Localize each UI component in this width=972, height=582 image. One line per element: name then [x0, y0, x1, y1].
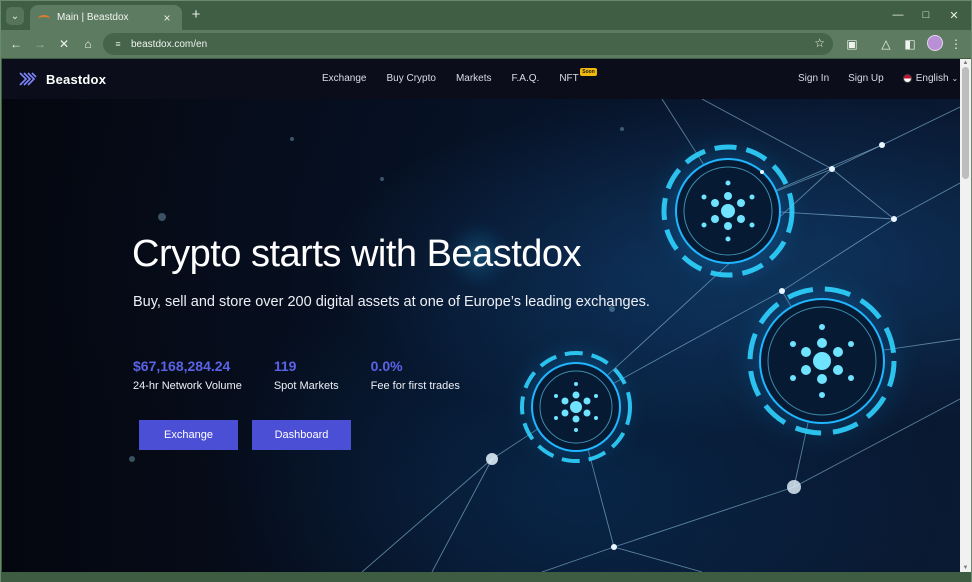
beastdox-logo-icon — [19, 72, 37, 86]
url-text: beastdox.com/en — [131, 38, 208, 50]
scroll-up-icon[interactable]: ▲ — [962, 60, 969, 66]
stat-fee: 0.0% Fee for first trades — [371, 358, 460, 392]
nav-nft-label: NFT — [559, 73, 579, 84]
hero-subline: Buy, sell and store over 200 digital ass… — [133, 294, 650, 310]
window-bottom-edge — [1, 572, 971, 582]
stat-spot-markets: 119 Spot Markets — [274, 358, 339, 392]
site-header: Beastdox Exchange Buy Crypto Markets F.A… — [2, 59, 960, 99]
crypto-network-illustration — [129, 99, 960, 572]
language-selector[interactable]: English ⌄ — [902, 73, 959, 84]
nav-buy-crypto[interactable]: Buy Crypto — [386, 73, 435, 84]
home-icon[interactable]: ⌂ — [79, 35, 97, 53]
browser-tab[interactable]: Main | Beastdox × — [30, 5, 182, 30]
page-scrollbar[interactable]: ▲ ▼ — [960, 59, 971, 572]
exchange-button[interactable]: Exchange — [139, 420, 238, 450]
site-logo[interactable]: Beastdox — [18, 69, 106, 89]
window-close-icon[interactable]: ✕ — [939, 5, 969, 25]
forward-icon[interactable]: → — [31, 35, 49, 53]
maximize-icon[interactable]: □ — [911, 5, 941, 25]
address-bar[interactable]: ≡ beastdox.com/en ☆ — [103, 33, 833, 55]
tab-strip: ⌄ Main | Beastdox × + — □ ✕ — [1, 1, 971, 30]
hero-headline: Crypto starts with Beastdox — [132, 233, 582, 275]
language-label: English — [915, 73, 949, 84]
brand-name: Beastdox — [46, 71, 107, 87]
main-nav: Exchange Buy Crypto Markets F.A.Q. NFT S… — [322, 68, 599, 84]
browser-toolbar: ← → ✕ ⌂ ≡ beastdox.com/en ☆ ▣ △ ◧ ⋮ — [1, 30, 971, 58]
minimize-icon[interactable]: — — [883, 5, 913, 25]
side-panel-icon[interactable]: ◧ — [901, 35, 919, 53]
nav-faq[interactable]: F.A.Q. — [512, 73, 540, 84]
nav-exchange[interactable]: Exchange — [322, 73, 366, 84]
scroll-down-icon[interactable]: ▼ — [962, 565, 969, 571]
stat-network-volume: $67,168,284.24 24-hr Network Volume — [133, 358, 242, 392]
scrollbar-thumb[interactable] — [962, 67, 969, 179]
stat-value: 0.0% — [370, 358, 403, 374]
web-page: Beastdox Exchange Buy Crypto Markets F.A… — [2, 59, 960, 572]
bookmark-star-icon[interactable]: ☆ — [814, 36, 825, 50]
tab-title: Main | Beastdox — [57, 12, 129, 23]
new-tab-icon[interactable]: + — [187, 6, 205, 24]
stat-label: 24-hr Network Volume — [133, 380, 242, 392]
profile-avatar[interactable] — [927, 35, 943, 51]
stats-row: $67,168,284.24 24-hr Network Volume 119 … — [133, 358, 492, 392]
nav-nft[interactable]: NFT Soon — [559, 68, 597, 84]
close-icon[interactable]: × — [160, 11, 174, 25]
stop-loading-icon[interactable]: ✕ — [55, 35, 73, 53]
menu-kebab-icon[interactable]: ⋮ — [947, 35, 965, 53]
hero-section: Crypto starts with Beastdox Buy, sell an… — [2, 99, 960, 572]
soon-badge: Soon — [580, 68, 597, 76]
dashboard-button[interactable]: Dashboard — [252, 420, 351, 450]
nav-markets[interactable]: Markets — [456, 73, 492, 84]
sign-in-link[interactable]: Sign In — [798, 73, 829, 84]
stat-label: Fee for first trades — [370, 380, 460, 392]
sign-up-link[interactable]: Sign Up — [848, 73, 884, 84]
tab-search-icon[interactable]: ⌄ — [6, 7, 24, 25]
chevron-down-icon: ⌄ — [951, 74, 959, 83]
site-favicon-icon — [38, 13, 50, 23]
uk-flag-icon — [902, 74, 912, 83]
extensions-icon[interactable]: ▣ — [843, 35, 861, 53]
site-settings-icon[interactable]: ≡ — [111, 37, 125, 51]
back-icon[interactable]: ← — [7, 35, 25, 53]
stat-value: 119 — [273, 358, 297, 374]
stat-label: Spot Markets — [273, 380, 339, 392]
account-nav: Sign In Sign Up English ⌄ — [798, 73, 958, 84]
browser-window: ⌄ Main | Beastdox × + — □ ✕ ← → ✕ ⌂ ≡ be… — [0, 0, 972, 582]
labs-flask-icon[interactable]: △ — [877, 35, 895, 53]
stat-value: $67,168,284.24 — [133, 358, 231, 374]
